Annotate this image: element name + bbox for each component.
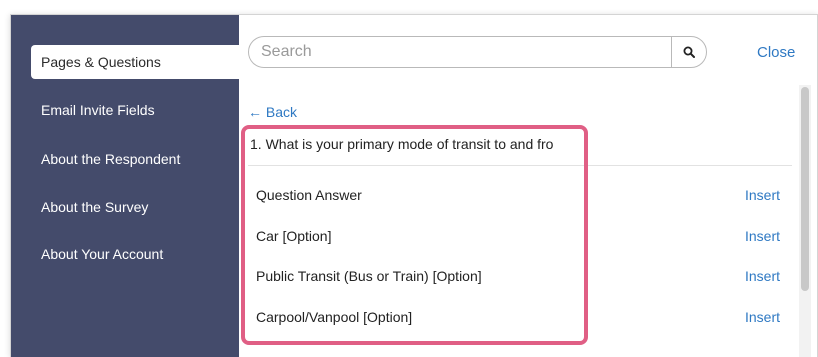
sidebar-item-email-invite-fields[interactable]: Email Invite Fields (31, 93, 239, 127)
divider (248, 165, 792, 166)
sidebar-item-about-survey[interactable]: About the Survey (31, 190, 239, 224)
insert-link[interactable]: Insert (745, 268, 780, 284)
list-item-label: Carpool/Vanpool [Option] (256, 309, 413, 325)
search-box (248, 36, 707, 68)
scrollbar-thumb[interactable] (801, 87, 809, 291)
search-input[interactable] (249, 37, 671, 67)
sidebar-item-label: About the Survey (41, 199, 149, 215)
insert-link[interactable]: Insert (745, 187, 780, 203)
list-item-label: Public Transit (Bus or Train) [Option] (256, 268, 482, 284)
sidebar-item-label: About the Respondent (41, 151, 181, 167)
insert-link[interactable]: Insert (745, 309, 780, 325)
back-link[interactable]: ← Back (248, 104, 297, 120)
sidebar-item-about-account[interactable]: About Your Account (31, 237, 239, 271)
sidebar-item-about-respondent[interactable]: About the Respondent (31, 142, 239, 176)
sidebar-item-label: Pages & Questions (41, 54, 161, 70)
list-item-label: Question Answer (256, 187, 362, 203)
question-title: 1. What is your primary mode of transit … (250, 136, 554, 152)
sidebar: Pages & Questions Email Invite Fields Ab… (11, 15, 239, 357)
sidebar-item-label: Email Invite Fields (41, 102, 155, 118)
sidebar-item-label: About Your Account (41, 246, 164, 262)
search-button[interactable] (671, 37, 706, 67)
sidebar-item-pages-questions[interactable]: Pages & Questions (31, 45, 239, 79)
search-icon (683, 46, 695, 58)
insert-merge-code-panel: Pages & Questions Email Invite Fields Ab… (10, 14, 818, 357)
insert-link[interactable]: Insert (745, 228, 780, 244)
close-link[interactable]: Close (757, 44, 795, 61)
list-item-label: Car [Option] (256, 228, 332, 244)
